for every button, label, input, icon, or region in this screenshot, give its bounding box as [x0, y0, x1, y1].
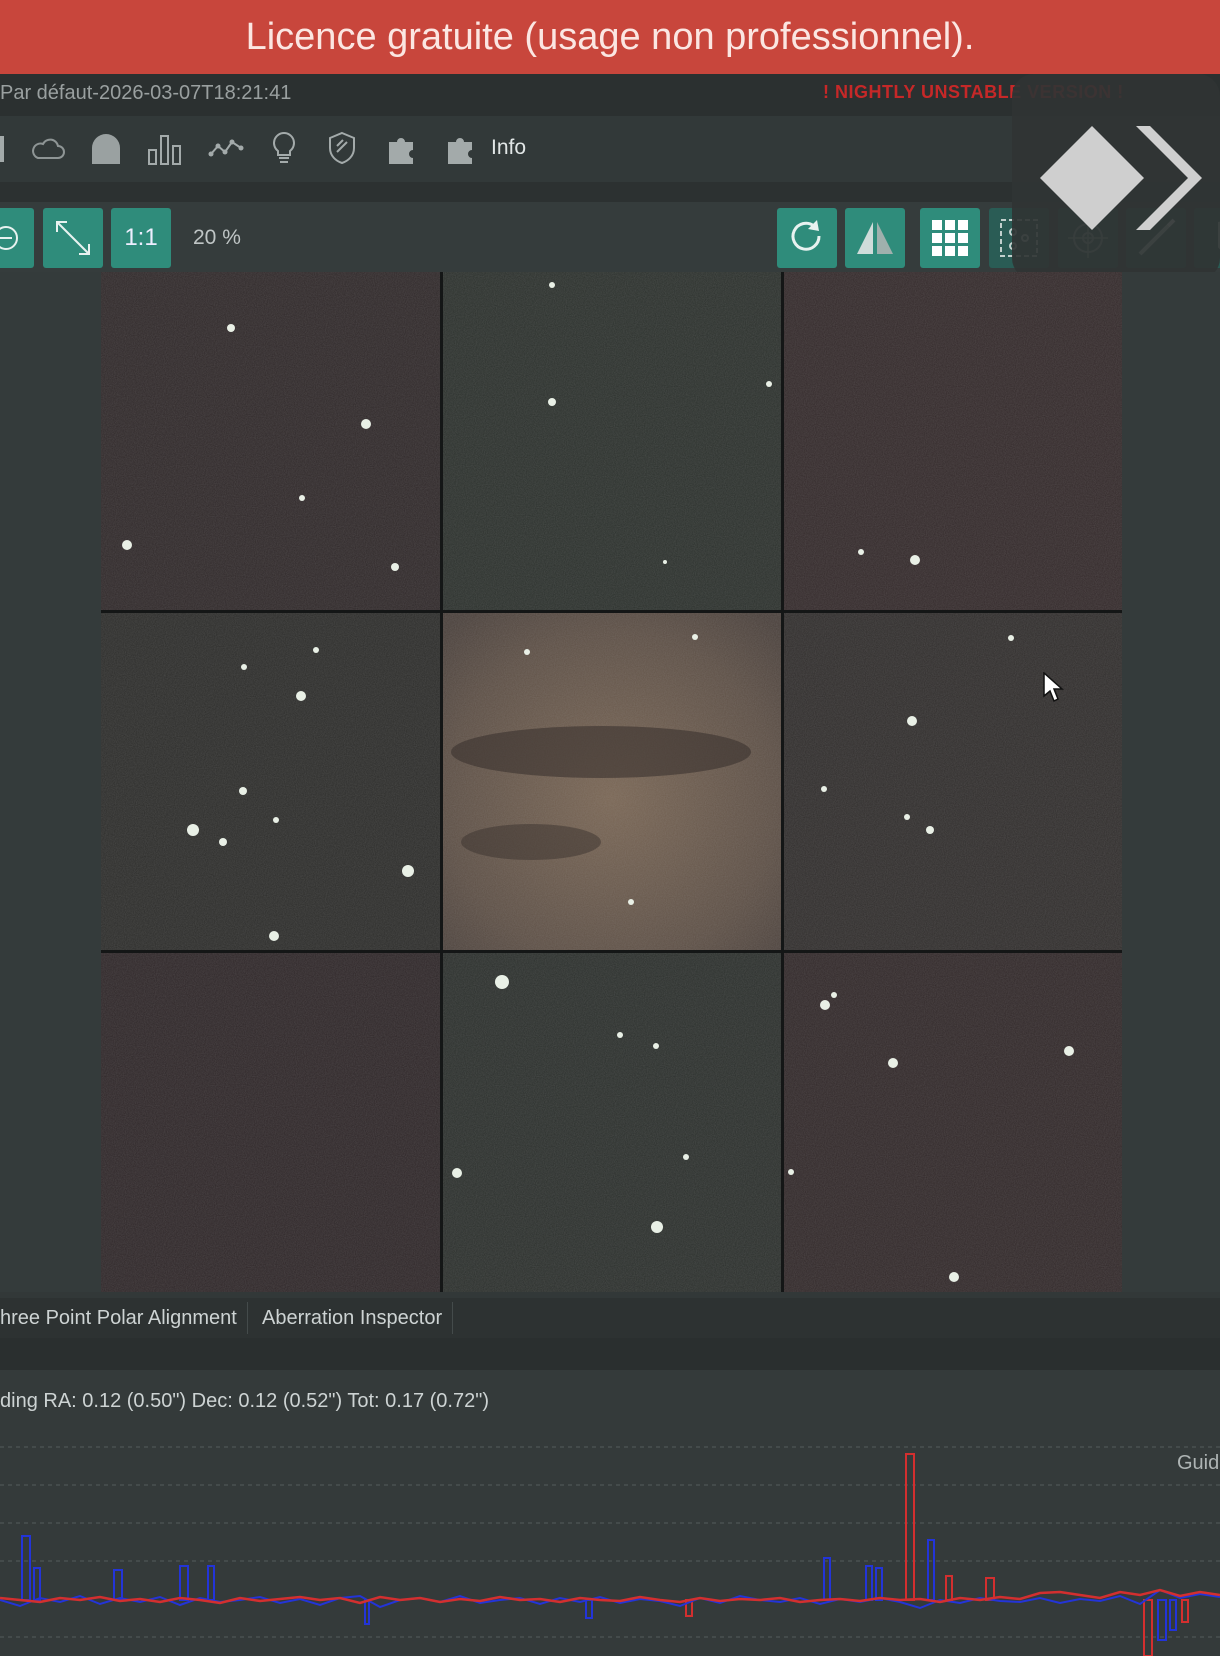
- license-text: Licence gratuite (usage non professionne…: [245, 15, 975, 58]
- refresh-icon: [791, 220, 821, 251]
- plugin-icon-2[interactable]: [444, 130, 480, 166]
- tab-aberration-inspector[interactable]: Aberration Inspector: [252, 1302, 454, 1334]
- shield-icon[interactable]: [326, 130, 358, 166]
- guiding-graph: [0, 1446, 1220, 1656]
- loop-button[interactable]: [777, 208, 837, 268]
- zoom-out-button[interactable]: [0, 208, 34, 268]
- bar-chart-icon[interactable]: [146, 132, 184, 166]
- license-banner: Licence gratuite (usage non professionne…: [0, 0, 1220, 74]
- observatory-icon[interactable]: [88, 132, 124, 166]
- grid-icon: [932, 220, 968, 256]
- panel-separator: [0, 1338, 1220, 1370]
- cloud-icon[interactable]: [30, 134, 66, 164]
- plugin-icon[interactable]: [385, 130, 421, 166]
- mouse-cursor-icon: [1043, 672, 1064, 703]
- menu-edge-icon[interactable]: [0, 132, 6, 166]
- flip-icon: [857, 222, 893, 254]
- star-field-image[interactable]: [101, 272, 1122, 1292]
- expand-icon: [56, 221, 90, 255]
- profile-name: Par défaut-2026-03-07T18:21:41: [0, 82, 292, 104]
- actual-size-button[interactable]: 1:1: [111, 208, 171, 268]
- fit-to-window-button[interactable]: [43, 208, 103, 268]
- tab-three-point-polar-alignment[interactable]: hree Point Polar Alignment: [0, 1302, 248, 1334]
- info-menu-item[interactable]: Info: [491, 136, 526, 160]
- zoom-level: 20 %: [193, 226, 241, 249]
- logo-icon: [1040, 126, 1202, 230]
- zoom-out-icon: [0, 226, 18, 250]
- guiding-legend-label: Guid: [1177, 1452, 1220, 1474]
- grid-overlay-button[interactable]: [920, 208, 980, 268]
- graph-icon[interactable]: [208, 136, 244, 162]
- guiding-stats: ding RA: 0.12 (0.50") Dec: 0.12 (0.52") …: [0, 1390, 489, 1412]
- lightbulb-icon[interactable]: [270, 130, 298, 166]
- flip-button[interactable]: [845, 208, 905, 268]
